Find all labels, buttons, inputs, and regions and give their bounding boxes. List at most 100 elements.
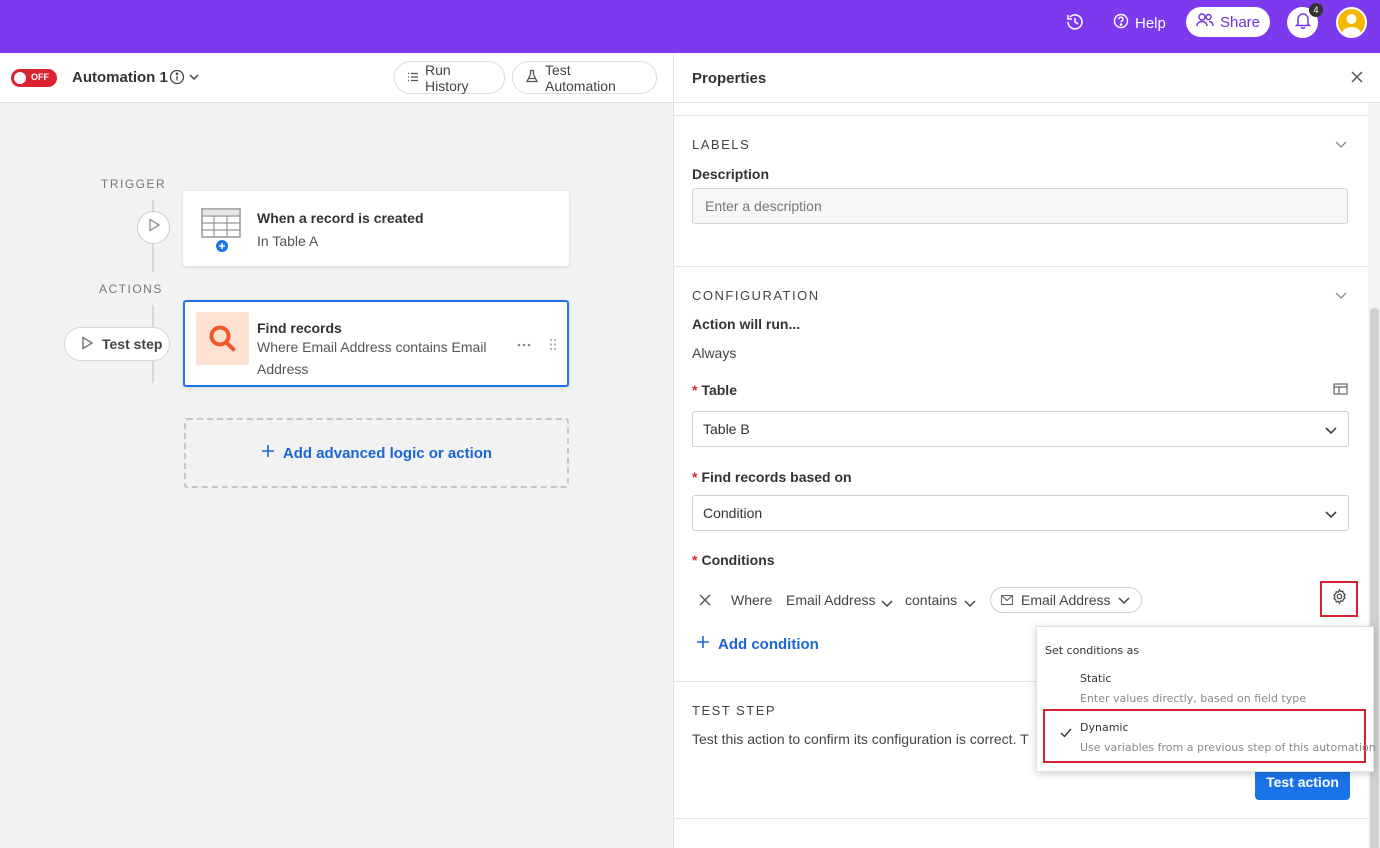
list-icon	[407, 70, 419, 86]
share-users-icon	[1196, 13, 1214, 31]
action-will-run-label: Action will run...	[692, 316, 801, 332]
top-bar: Help Share 4	[0, 0, 1380, 53]
description-input[interactable]: Enter a description	[692, 188, 1348, 224]
run-history-label: Run History	[425, 61, 469, 94]
share-label: Share	[1219, 13, 1261, 31]
chevron-down-icon	[1324, 507, 1338, 523]
share-button[interactable]: Share	[1186, 7, 1270, 37]
condition-operator-select[interactable]: contains	[905, 592, 957, 608]
description-label: Description	[692, 166, 770, 182]
option-dynamic-highlight	[1043, 709, 1366, 763]
option-dynamic-description: Use variables from a previous step of th…	[1080, 741, 1376, 754]
automation-toggle[interactable]: OFF	[11, 69, 57, 87]
add-logic-button[interactable]: Add advanced logic or action	[184, 418, 569, 488]
play-icon	[81, 335, 94, 353]
table-select-value: Table B	[703, 421, 750, 437]
search-icon	[196, 312, 249, 365]
drag-handle-icon[interactable]	[549, 338, 557, 356]
help-label: Help	[1135, 14, 1166, 32]
condition-value-label: Email Address	[1021, 592, 1111, 608]
remove-condition-icon[interactable]	[698, 593, 712, 610]
trigger-card-title: When a record is created	[257, 210, 424, 226]
option-static-description: Enter values directly, based on field ty…	[1080, 692, 1307, 705]
action-card[interactable]: Find records Where Email Address contain…	[183, 300, 569, 387]
add-condition-button[interactable]: Add condition	[696, 635, 819, 653]
test-automation-button[interactable]: Test Automation	[512, 61, 657, 94]
bell-icon	[1294, 12, 1311, 34]
popover-heading: Set conditions as	[1045, 644, 1140, 657]
trigger-card[interactable]: When a record is created In Table A	[183, 191, 569, 266]
option-static[interactable]: Static	[1080, 672, 1111, 685]
flow-line	[152, 305, 154, 327]
chevron-down-icon	[1118, 592, 1131, 608]
divider	[674, 818, 1369, 819]
toggle-label: OFF	[31, 72, 49, 82]
find-based-on-label: * Find records based on	[692, 469, 852, 485]
flow-line	[152, 244, 154, 272]
test-step-section-title: TEST STEP	[692, 703, 777, 718]
divider	[674, 266, 1369, 267]
action-will-run-value: Always	[692, 345, 737, 361]
find-based-on-select[interactable]: Condition	[692, 495, 1349, 531]
test-step-button[interactable]: Test step	[64, 327, 170, 361]
set-conditions-popover: Set conditions as Static Enter values di…	[1036, 626, 1376, 772]
action-card-subtitle-line1: Where Email Address contains Email	[257, 339, 487, 355]
action-card-subtitle-line2: Address	[257, 361, 309, 377]
help-button[interactable]: Help	[1113, 13, 1166, 33]
trigger-card-subtitle: In Table A	[257, 233, 319, 249]
chevron-down-icon[interactable]	[1334, 288, 1348, 306]
condition-settings-button[interactable]	[1320, 581, 1358, 617]
chevron-down-icon[interactable]	[964, 595, 976, 611]
table-select[interactable]: Table B	[692, 411, 1349, 447]
automation-name[interactable]: Automation 1	[72, 69, 168, 86]
chevron-down-icon[interactable]	[1334, 137, 1348, 155]
history-icon[interactable]	[1065, 12, 1085, 32]
condition-field-select[interactable]: Email Address	[786, 592, 875, 608]
chevron-down-icon[interactable]	[187, 70, 201, 89]
toggle-knob	[14, 72, 26, 84]
help-icon	[1113, 13, 1129, 33]
info-icon[interactable]	[169, 69, 185, 90]
gear-icon	[1331, 588, 1348, 610]
automation-header: OFF Automation 1 Run History Test Automa…	[0, 53, 673, 103]
chevron-down-icon[interactable]	[881, 595, 893, 611]
test-step-description: Test this action to confirm its configur…	[692, 731, 1029, 747]
actions-label: ACTIONS	[99, 282, 163, 296]
chevron-down-icon	[1324, 423, 1338, 439]
panel-header: Properties	[674, 53, 1380, 103]
run-history-button[interactable]: Run History	[394, 61, 505, 94]
automation-canvas: TRIGGER ACTIONS Test step When a record …	[0, 103, 673, 848]
panel-title: Properties	[692, 70, 767, 87]
configuration-section-title: CONFIGURATION	[692, 288, 820, 303]
condition-row: Where Email Address contains Email Addre…	[692, 583, 1352, 617]
divider	[674, 115, 1369, 116]
more-options-icon[interactable]	[517, 334, 531, 352]
check-icon	[1060, 723, 1072, 742]
add-logic-label: Add advanced logic or action	[282, 444, 493, 462]
plus-icon	[696, 635, 710, 653]
option-dynamic[interactable]: Dynamic	[1080, 721, 1129, 734]
notification-badge: 4	[1309, 3, 1323, 17]
add-condition-label: Add condition	[718, 635, 819, 653]
avatar[interactable]	[1336, 7, 1367, 38]
run-trigger-button[interactable]	[137, 211, 170, 244]
table-label: * Table	[692, 382, 737, 398]
labels-section-title: LABELS	[692, 137, 751, 152]
flow-line	[152, 361, 154, 383]
action-card-title: Find records	[257, 320, 342, 336]
plus-icon	[261, 444, 275, 462]
find-based-on-value: Condition	[703, 505, 763, 521]
table-icon	[201, 208, 243, 259]
close-icon[interactable]	[1350, 70, 1364, 89]
flask-icon	[525, 69, 539, 86]
condition-value-pill[interactable]: Email Address	[990, 587, 1142, 613]
play-icon	[148, 218, 160, 237]
trigger-label: TRIGGER	[101, 177, 167, 191]
test-step-label: Test step	[102, 336, 163, 352]
condition-where: Where	[731, 592, 773, 608]
email-icon	[1000, 592, 1014, 608]
flow-line	[152, 200, 154, 211]
layout-icon[interactable]	[1333, 382, 1348, 400]
conditions-label: * Conditions	[692, 552, 775, 568]
test-automation-label: Test Automation	[545, 61, 616, 94]
